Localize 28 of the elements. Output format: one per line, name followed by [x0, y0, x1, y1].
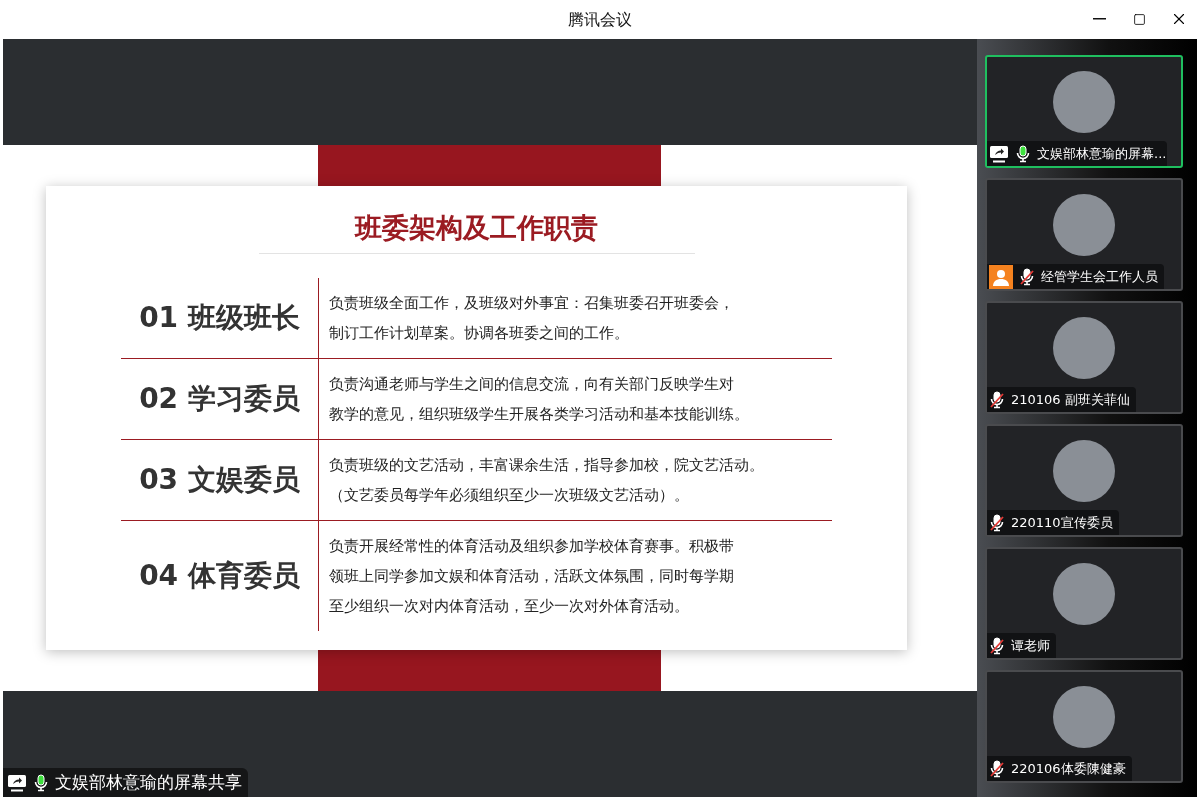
participant-tile[interactable]: 210106 副班关菲仙 [985, 301, 1183, 414]
screen-share-icon [989, 144, 1009, 163]
participant-name: 经管学生会工作人员 [1041, 267, 1158, 286]
person-icon [989, 264, 1013, 289]
participant-tile[interactable]: 经管学生会工作人员 [985, 178, 1183, 291]
slide-title: 班委架构及工作职责 [355, 211, 598, 245]
participant-name: 文娱部林意瑜的屏幕... [1037, 144, 1167, 163]
participant-tile[interactable]: 文娱部林意瑜的屏幕... [985, 55, 1183, 168]
role-description: 负责开展经常性的体育活动及组织参加学校体育赛事。积极带 领班上同学参加文娱和体育活动，活跃文体氛围，同时每学期 至少组织一次对内体育活动，至少一次对外体育活动。 [329, 535, 734, 617]
window-title: 腾讯会议 [568, 9, 632, 29]
role-description: 负责班级的文艺活动，丰富课余生活，指导参加校，院文艺活动。 （文艺委员每学年必须组织至少一次班级文艺活动）。 [329, 454, 764, 506]
role-heading: 03 文娱委员 [139, 461, 300, 498]
participant-tile[interactable]: 220110宣传委员 [985, 424, 1183, 537]
role-heading: 02 学习委员 [139, 380, 300, 417]
sharer-name: 文娱部林意瑜的屏幕共享 [55, 770, 242, 794]
participant-name: 谭老师 [1011, 636, 1050, 655]
maximize-icon [1132, 12, 1146, 26]
role-heading: 04 体育委员 [139, 557, 300, 594]
role-description: 负责沟通老师与学生之间的信息交流，向有关部门反映学生对 教学的意见，组织班级学生开展各类学习活动和基本技能训练。 [329, 373, 749, 425]
participant-tile[interactable]: 220106体委陳健豪 [985, 670, 1183, 783]
role-heading: 01 班级班长 [139, 299, 300, 336]
participant-tile[interactable]: 谭老师 [985, 547, 1183, 660]
participant-name: 220110宣传委员 [1011, 513, 1113, 532]
participant-name: 210106 副班关菲仙 [1011, 390, 1130, 409]
minimize-icon [1092, 18, 1106, 20]
role-description: 负责班级全面工作，及班级对外事宜：召集班委召开班委会， 制订工作计划草案。协调各班委之间的工作。 [329, 292, 734, 344]
screen-share-icon [7, 773, 27, 792]
participant-name: 220106体委陳健豪 [1011, 759, 1126, 778]
